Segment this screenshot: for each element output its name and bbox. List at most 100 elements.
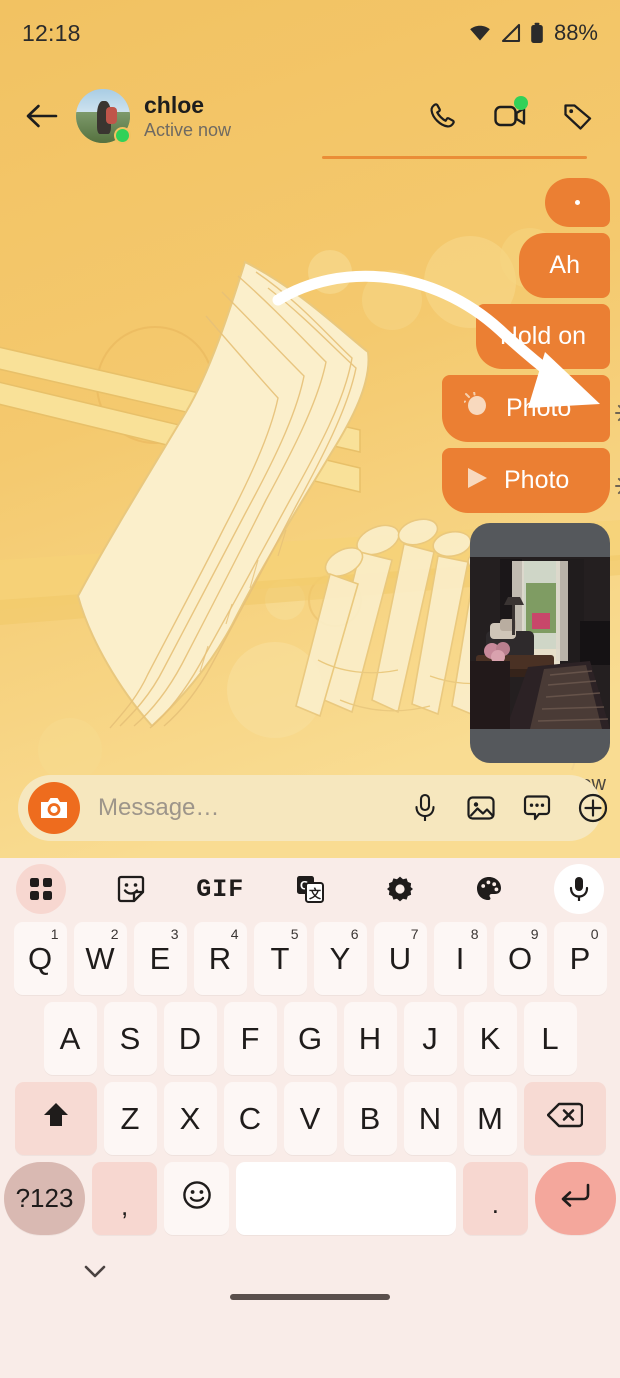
peer-info[interactable]: chloe Active now	[144, 92, 231, 141]
key-w[interactable]: W 2	[73, 922, 127, 995]
enter-key[interactable]	[534, 1162, 616, 1235]
google-translate-icon[interactable]: G 文	[285, 864, 335, 914]
header-actions	[422, 96, 602, 136]
battery-percentage: 88%	[553, 20, 598, 45]
photo-thumbnail[interactable]	[470, 523, 610, 763]
message-input[interactable]	[80, 794, 408, 822]
attachment-label: Photo	[506, 394, 572, 422]
key-v[interactable]: V	[283, 1082, 337, 1155]
conversation-header: chloe Active now	[0, 66, 620, 166]
comma-key[interactable]: ,	[92, 1162, 158, 1235]
message-bubble-outgoing[interactable]: Hold on	[475, 304, 610, 369]
status-bar-indicators: 88%	[468, 20, 598, 46]
key-x[interactable]: X	[163, 1082, 217, 1155]
keyboard-row-2: A S D F G H J K L	[4, 1002, 616, 1075]
key-label: B	[359, 1100, 381, 1136]
video-call-badge	[514, 96, 528, 110]
key-r[interactable]: R 4	[193, 922, 247, 995]
key-l[interactable]: L	[523, 1002, 577, 1075]
key-label: X	[179, 1100, 201, 1136]
message-bubble-video-attachment[interactable]: Photo	[442, 448, 610, 513]
key-p[interactable]: P 0	[553, 922, 607, 995]
message-bubble-outgoing[interactable]	[545, 178, 610, 227]
peer-status: Active now	[144, 119, 232, 140]
message-row: Ah	[280, 233, 610, 298]
key-f[interactable]: F	[223, 1002, 277, 1075]
back-arrow-icon[interactable]	[18, 92, 66, 140]
clipboard-grid-button[interactable]	[16, 864, 66, 914]
key-label: V	[299, 1100, 321, 1136]
message-text: Ah	[549, 251, 580, 279]
wifi-icon	[468, 23, 492, 43]
speech-bubble-icon[interactable]	[520, 791, 554, 825]
key-k[interactable]: K	[463, 1002, 517, 1075]
composer-actions	[408, 791, 616, 825]
key-superscript: 1	[50, 926, 59, 942]
palette-icon[interactable]	[464, 864, 514, 914]
keyboard-toolbar: GIF G 文	[0, 858, 620, 920]
dot-text-glyph	[575, 200, 580, 205]
gif-icon[interactable]: GIF	[195, 864, 245, 914]
key-label: N	[418, 1100, 442, 1136]
key-label: .	[491, 1189, 499, 1219]
key-h[interactable]: H	[343, 1002, 397, 1075]
key-t[interactable]: T 5	[253, 922, 307, 995]
period-key[interactable]: .	[462, 1162, 528, 1235]
key-o[interactable]: O 9	[493, 922, 547, 995]
key-b[interactable]: B	[343, 1082, 397, 1155]
emoji-key[interactable]	[164, 1162, 230, 1235]
voice-call-button[interactable]	[422, 96, 462, 136]
key-label: L	[541, 1020, 559, 1056]
chevron-down-icon[interactable]	[80, 1262, 110, 1287]
message-bubble-photo-attachment[interactable]: Photo	[442, 375, 610, 442]
microphone-icon[interactable]	[408, 791, 442, 825]
key-a[interactable]: A	[43, 1002, 97, 1075]
voice-input-button[interactable]	[553, 864, 604, 914]
key-d[interactable]: D	[163, 1002, 217, 1075]
key-superscript: 0	[590, 926, 599, 942]
key-label: P	[569, 940, 591, 976]
backspace-key[interactable]	[523, 1082, 606, 1155]
key-label: U	[388, 940, 412, 976]
key-y[interactable]: Y 6	[313, 922, 367, 995]
symbols-key[interactable]: ?123	[4, 1162, 86, 1235]
sticker-smiley-icon[interactable]	[106, 864, 156, 914]
key-superscript: 5	[290, 926, 299, 942]
shift-up-arrow-icon	[41, 1100, 71, 1138]
backspace-delete-icon	[546, 1101, 583, 1137]
space-key[interactable]	[236, 1162, 456, 1235]
message-row: Photo	[280, 375, 620, 442]
key-g[interactable]: G	[283, 1002, 337, 1075]
message-sending-spinner	[614, 401, 620, 425]
key-superscript: 9	[530, 926, 539, 942]
tag-button[interactable]	[558, 96, 598, 136]
plus-circle-icon[interactable]	[576, 791, 610, 825]
key-s[interactable]: S	[103, 1002, 157, 1075]
video-call-button[interactable]	[490, 96, 530, 136]
home-gesture-pill[interactable]	[230, 1294, 390, 1300]
key-c[interactable]: C	[223, 1082, 277, 1155]
message-text: Hold on	[499, 322, 586, 350]
avatar[interactable]	[76, 89, 131, 144]
key-i[interactable]: I 8	[433, 922, 487, 995]
key-z[interactable]: Z	[103, 1082, 157, 1155]
key-e[interactable]: E 3	[133, 922, 187, 995]
header-tab-underline	[322, 156, 587, 159]
key-m[interactable]: M	[463, 1082, 517, 1155]
key-u[interactable]: U 7	[373, 922, 427, 995]
gear-icon[interactable]	[375, 864, 425, 914]
emoji-smiley-icon	[182, 1180, 212, 1218]
key-q[interactable]: Q 1	[13, 922, 67, 995]
keyboard-row-4: ?123 , .	[4, 1162, 616, 1235]
shift-key[interactable]	[14, 1082, 97, 1155]
key-n[interactable]: N	[403, 1082, 457, 1155]
message-bubble-outgoing[interactable]: Ah	[519, 233, 610, 298]
key-j[interactable]: J	[403, 1002, 457, 1075]
image-icon[interactable]	[464, 791, 498, 825]
camera-icon[interactable]	[28, 782, 80, 834]
message-row: Photo	[280, 448, 620, 513]
message-composer	[18, 775, 608, 841]
keyboard-keys: Q 1 W 2 E 3 R 4 T 5 Y 6 U 7 I 8 O 9 P 0 …	[0, 920, 620, 1235]
key-label: G	[297, 1020, 323, 1056]
camera-flash-icon	[461, 390, 494, 425]
